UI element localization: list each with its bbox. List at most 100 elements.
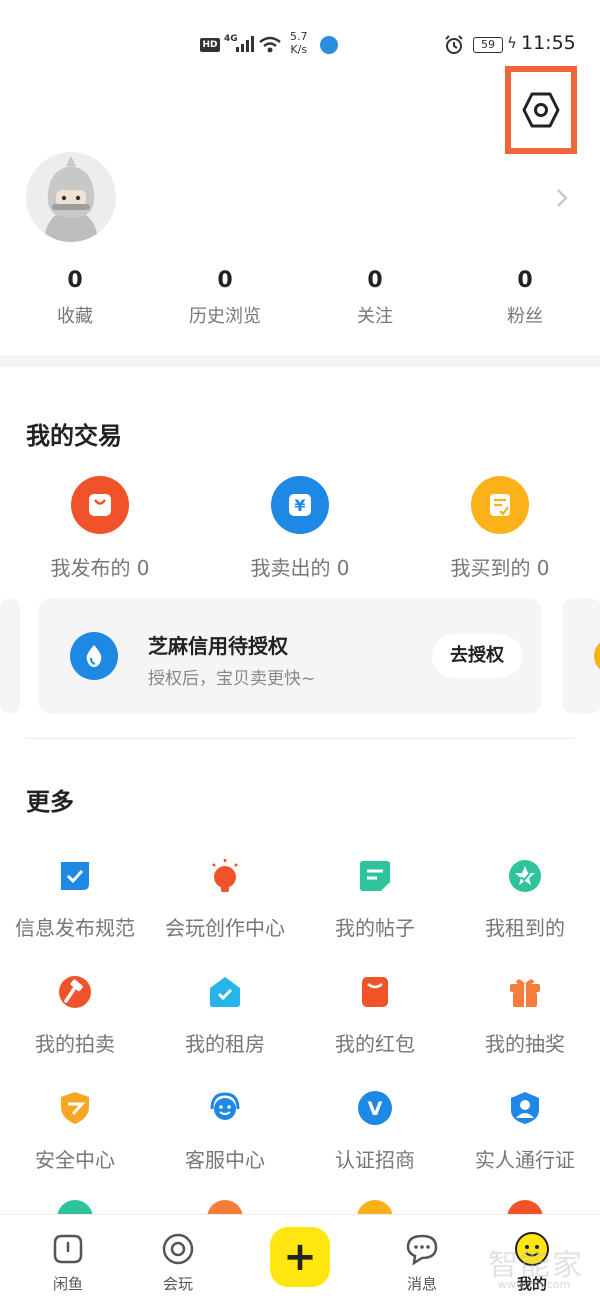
stat-value: 0 <box>217 268 233 293</box>
post-icon <box>360 861 390 891</box>
tab-label: 会玩 <box>162 1275 193 1293</box>
house-icon <box>210 977 240 1007</box>
stat-label: 粉丝 <box>507 306 543 327</box>
publish-plus-button[interactable]: + <box>270 1227 330 1287</box>
tab-label: 闲鱼 <box>52 1275 83 1293</box>
home-icon <box>53 1234 83 1264</box>
rent-badge-icon <box>509 860 541 892</box>
net-speed-value: 5.7 <box>290 30 308 43</box>
more-item-label: 我租到的 <box>485 916 565 940</box>
tab-xianyu[interactable]: 闲鱼 <box>8 1215 128 1300</box>
next-card-icon <box>594 638 600 674</box>
stat-label: 关注 <box>357 306 393 327</box>
more-item-label: 信息发布规范 <box>15 916 135 940</box>
signal-icon <box>236 36 254 52</box>
receipt-icon <box>471 476 529 534</box>
divider <box>26 738 574 739</box>
clock: 11:55 <box>521 32 576 54</box>
stat-value: 0 <box>367 268 383 293</box>
trade-label: 我买到的 0 <box>450 556 550 580</box>
card-title: 芝麻信用待授权 <box>148 634 288 658</box>
verified-v-icon: V <box>358 1091 392 1125</box>
status-bar: HD 4G 5.7 K/s 59 ϟ 11:55 <box>0 26 600 62</box>
more-item-rental-house[interactable]: 我的租房 <box>150 974 300 1057</box>
trade-label: 我发布的 0 <box>50 556 150 580</box>
stat-value: 0 <box>517 268 533 293</box>
chevron-right-icon[interactable] <box>554 186 570 210</box>
more-item-security-center[interactable]: 安全中心 <box>0 1090 150 1173</box>
battery-icon: 59 <box>473 37 503 53</box>
person-id-icon <box>511 1092 539 1124</box>
shield-icon <box>61 1092 89 1124</box>
tab-messages[interactable]: 消息 <box>362 1215 482 1300</box>
more-section-title: 更多 <box>26 788 74 816</box>
trade-sold[interactable]: ¥ 我卖出的 0 <box>200 476 400 581</box>
stat-label: 历史浏览 <box>189 306 261 327</box>
trade-label: 我卖出的 0 <box>250 556 350 580</box>
headset-icon <box>210 1092 240 1120</box>
stat-history[interactable]: 0 历史浏览 <box>150 266 300 328</box>
tab-label: 消息 <box>406 1275 437 1293</box>
net-speed-unit: K/s <box>290 43 308 56</box>
hd-badge: HD <box>200 38 220 52</box>
settings-button[interactable] <box>505 66 577 154</box>
charging-icon: ϟ <box>507 34 517 52</box>
carousel-prev-card[interactable] <box>0 598 20 714</box>
trade-bought[interactable]: 我买到的 0 <box>400 476 600 581</box>
more-item-publish-rules[interactable]: 信息发布规范 <box>0 858 150 941</box>
location-icon <box>320 36 338 54</box>
stat-label: 收藏 <box>57 306 93 327</box>
more-item-label: 客服中心 <box>185 1148 265 1172</box>
more-item-label: 实人通行证 <box>475 1148 575 1172</box>
message-bubble-icon <box>406 1234 438 1266</box>
card-subtitle: 授权后，宝贝卖更快~ <box>148 669 316 689</box>
rule-check-icon <box>61 862 89 890</box>
more-item-creator-center[interactable]: 会玩创作中心 <box>150 858 300 941</box>
more-item-real-person-pass[interactable]: 实人通行证 <box>450 1090 600 1173</box>
more-item-label: 会玩创作中心 <box>165 916 285 940</box>
authorize-button[interactable]: 去授权 <box>432 634 522 678</box>
more-item-lottery[interactable]: 我的抽奖 <box>450 974 600 1057</box>
tab-huiwan[interactable]: 会玩 <box>118 1215 238 1300</box>
more-item-merchant-verify[interactable]: V 认证招商 <box>300 1090 450 1173</box>
net-speed: 5.7 K/s <box>290 30 308 56</box>
circle-play-icon <box>162 1233 194 1265</box>
watermark-url: www.znj.com <box>498 1278 571 1291</box>
bulb-icon <box>212 859 238 892</box>
avatar[interactable] <box>26 152 116 242</box>
gift-icon <box>510 979 540 1007</box>
more-item-rented[interactable]: 我租到的 <box>450 858 600 941</box>
svg-text:¥: ¥ <box>294 496 305 515</box>
stat-following[interactable]: 0 关注 <box>300 266 450 328</box>
more-item-label: 认证招商 <box>335 1148 415 1172</box>
sesame-drop-icon <box>70 632 118 680</box>
svg-text:V: V <box>368 1098 383 1120</box>
bag-icon <box>71 476 129 534</box>
yen-icon: ¥ <box>271 476 329 534</box>
carousel-next-card[interactable] <box>562 598 600 714</box>
trade-section-title: 我的交易 <box>26 422 122 450</box>
more-item-red-packet[interactable]: 我的红包 <box>300 974 450 1057</box>
section-divider-band <box>0 355 600 367</box>
red-envelope-icon <box>362 977 388 1007</box>
plus-icon: + <box>283 1234 317 1280</box>
more-item-label: 我的红包 <box>335 1032 415 1056</box>
more-item-label: 安全中心 <box>35 1148 115 1172</box>
wifi-icon <box>259 36 281 53</box>
more-item-customer-service[interactable]: 客服中心 <box>150 1090 300 1173</box>
more-item-my-posts[interactable]: 我的帖子 <box>300 858 450 941</box>
ninja-avatar-icon <box>44 156 98 242</box>
zhima-credit-card[interactable]: 芝麻信用待授权 授权后，宝贝卖更快~ 去授权 <box>38 598 542 714</box>
more-item-auction[interactable]: 我的拍卖 <box>0 974 150 1057</box>
settings-hexagon-icon <box>522 92 560 128</box>
stat-value: 0 <box>67 268 83 293</box>
more-item-label: 我的拍卖 <box>35 1032 115 1056</box>
stat-followers[interactable]: 0 粉丝 <box>450 266 600 328</box>
trade-published[interactable]: 我发布的 0 <box>0 476 200 581</box>
stat-favorites[interactable]: 0 收藏 <box>0 266 150 328</box>
alarm-icon <box>445 35 463 54</box>
more-item-label: 我的帖子 <box>335 916 415 940</box>
more-item-label: 我的抽奖 <box>485 1032 565 1056</box>
auction-hammer-icon <box>59 976 91 1008</box>
more-item-label: 我的租房 <box>185 1032 265 1056</box>
